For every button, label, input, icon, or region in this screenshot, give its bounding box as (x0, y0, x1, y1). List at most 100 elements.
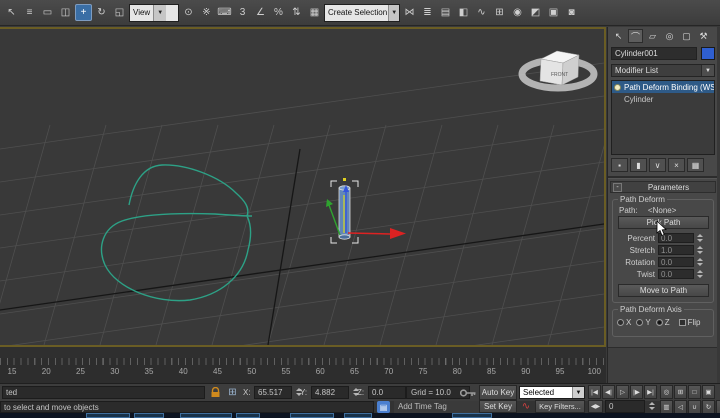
transform-gizmo[interactable] (326, 178, 406, 239)
taskbar-item[interactable] (290, 413, 334, 418)
use-pivot-point-center-icon[interactable]: ⊙ (180, 4, 197, 21)
gizmo-x-axis-arrow[interactable] (390, 228, 406, 239)
taskbar-item[interactable] (86, 413, 130, 418)
perspective-viewport[interactable]: FRONT (0, 27, 606, 347)
next-frame-button[interactable]: |▶ (630, 385, 643, 399)
go-to-end-button[interactable]: ▶| (644, 385, 657, 399)
named-selection-set-dropdown[interactable]: Create Selection Se ▼ (324, 3, 400, 22)
render-setup-icon[interactable]: ◩ (527, 4, 544, 21)
selection-lock-icon[interactable] (209, 386, 222, 399)
spinner-arrows[interactable] (695, 257, 704, 267)
key-mode-toggle-icon[interactable]: ◀▶ (588, 400, 603, 413)
select-and-move-icon[interactable]: + (75, 4, 92, 21)
time-tag-clipboard-icon[interactable]: ▤ (377, 401, 390, 413)
object-name-field[interactable]: Cylinder001 (611, 47, 697, 60)
remove-modifier-button[interactable]: × (668, 158, 685, 172)
maxscript-listener-button[interactable]: ▥ (660, 400, 673, 414)
modifier-list-dropdown[interactable]: Modifier List ▼ (611, 64, 715, 77)
go-to-start-button[interactable]: |◀ (588, 385, 601, 399)
move-to-path-button[interactable]: Move to Path (618, 284, 709, 297)
rectangular-selection-region-icon[interactable]: ▭ (39, 4, 56, 21)
material-editor-icon[interactable]: ◉ (509, 4, 526, 21)
modifier-stack-item[interactable]: Path Deform Binding (WS (612, 81, 714, 93)
configure-modifier-sets-button[interactable]: ▦ (687, 158, 704, 172)
spinner-snap-icon[interactable]: ⇅ (288, 4, 305, 21)
select-and-manipulate-icon[interactable]: ※ (198, 4, 215, 21)
tab-modify[interactable]: ⌒ (628, 29, 643, 43)
coord-value-field[interactable]: 0.0 (368, 386, 406, 399)
axis-radio-x[interactable] (617, 319, 624, 326)
current-frame-field[interactable]: 0 (605, 400, 645, 413)
taskbar-item[interactable] (452, 413, 492, 418)
tab-hierarchy[interactable]: ▱ (645, 29, 660, 43)
modifier-stack-item[interactable]: Cylinder (612, 93, 714, 105)
keyboard-shortcut-override-icon[interactable]: ⌨ (216, 4, 233, 21)
lightbulb-icon[interactable] (614, 83, 621, 91)
named-selection-sets-icon[interactable]: ▦ (306, 4, 323, 21)
rendered-frame-window-icon[interactable]: ▣ (545, 4, 562, 21)
viewcube[interactable]: FRONT (518, 50, 598, 92)
coord-value-field[interactable]: 65.517 (254, 386, 292, 399)
play-button[interactable]: ▷ (616, 385, 629, 399)
taskbar-item[interactable] (344, 413, 372, 418)
pan-view-button[interactable]: ∪ (688, 400, 701, 414)
snaps-toggle-icon[interactable]: 3 (234, 4, 251, 21)
key-filters-wave-icon[interactable]: ∿ (519, 400, 533, 413)
set-key-button[interactable]: Set Key (479, 400, 517, 413)
tab-create[interactable]: ↖ (611, 29, 626, 43)
spinner-arrows[interactable] (695, 245, 704, 255)
region-zoom-button[interactable]: ⊡ (716, 400, 720, 414)
curve-editor-icon[interactable]: ∿ (473, 4, 490, 21)
show-end-result-button[interactable]: ▮ (630, 158, 647, 172)
absolute-mode-transform-icon[interactable]: ⊞ (226, 386, 239, 399)
angle-snap-icon[interactable]: ∠ (252, 4, 269, 21)
taskbar-item[interactable] (236, 413, 260, 418)
axis-radio-z[interactable] (655, 319, 663, 326)
add-time-tag-button[interactable]: Add Time Tag (394, 401, 480, 413)
rollout-collapse-icon[interactable]: - (613, 182, 622, 192)
zoom-button[interactable]: ◎ (660, 385, 673, 399)
align-icon[interactable]: ≣ (419, 4, 436, 21)
parameters-rollout-header[interactable]: - Parameters (610, 181, 716, 193)
flip-checkbox[interactable] (678, 319, 686, 326)
key-filters-button[interactable]: Key Filters... (535, 400, 585, 413)
select-object-icon[interactable]: ↖ (3, 4, 20, 21)
spinner-arrows[interactable] (695, 233, 704, 243)
coord-value-field[interactable]: 4.882 (311, 386, 349, 399)
zoom-extents-all-button[interactable]: ▣ (702, 385, 715, 399)
taskbar-item[interactable] (180, 413, 232, 418)
zoom-extents-button[interactable]: □ (688, 385, 701, 399)
axis-radio-y[interactable] (636, 319, 644, 326)
tab-display[interactable]: ▢ (679, 29, 694, 43)
taskbar-item[interactable] (134, 413, 164, 418)
spinner-arrows[interactable] (695, 269, 704, 279)
path-spline-object[interactable] (100, 164, 253, 302)
percent-snap-icon[interactable]: % (270, 4, 287, 21)
schematic-view-icon[interactable]: ⊞ (491, 4, 508, 21)
parameter-value-field[interactable]: 0.0 (658, 269, 694, 279)
select-and-scale-icon[interactable]: ◱ (111, 4, 128, 21)
layer-manager-icon[interactable]: ▤ (437, 4, 454, 21)
key-set-dropdown[interactable]: Selected ▼ (519, 386, 585, 399)
window-crossing-icon[interactable]: ◫ (57, 4, 74, 21)
render-production-icon[interactable]: ◙ (563, 4, 580, 21)
tab-motion[interactable]: ◎ (662, 29, 677, 43)
orbit-button[interactable]: ↻ (702, 400, 715, 414)
auto-key-button[interactable]: Auto Key (479, 385, 517, 400)
mirror-icon[interactable]: ⋈ (401, 4, 418, 21)
track-bar-ruler[interactable]: 15 20 25 30 35 40 45 50 55 60 65 70 75 80 85 90 95 100 (0, 358, 606, 384)
previous-frame-button[interactable]: ◀| (602, 385, 615, 399)
zoom-all-button[interactable]: ⊞ (674, 385, 687, 399)
reference-coordinate-system-dropdown[interactable]: View ▼ (129, 3, 179, 22)
frame-spinner[interactable] (647, 401, 656, 411)
parameter-value-field[interactable]: 1.0 (658, 245, 694, 255)
object-color-swatch[interactable] (701, 47, 715, 60)
tab-utilities[interactable]: ⚒ (696, 29, 711, 43)
select-and-rotate-icon[interactable]: ↻ (93, 4, 110, 21)
make-unique-button[interactable]: ∨ (649, 158, 666, 172)
select-by-name-icon[interactable]: ≡ (21, 4, 38, 21)
pin-stack-button[interactable]: ▪ (611, 158, 628, 172)
graphite-modeling-icon[interactable]: ◧ (455, 4, 472, 21)
field-of-view-button[interactable]: ◁ (674, 400, 687, 414)
parameter-value-field[interactable]: 0.0 (658, 257, 694, 267)
